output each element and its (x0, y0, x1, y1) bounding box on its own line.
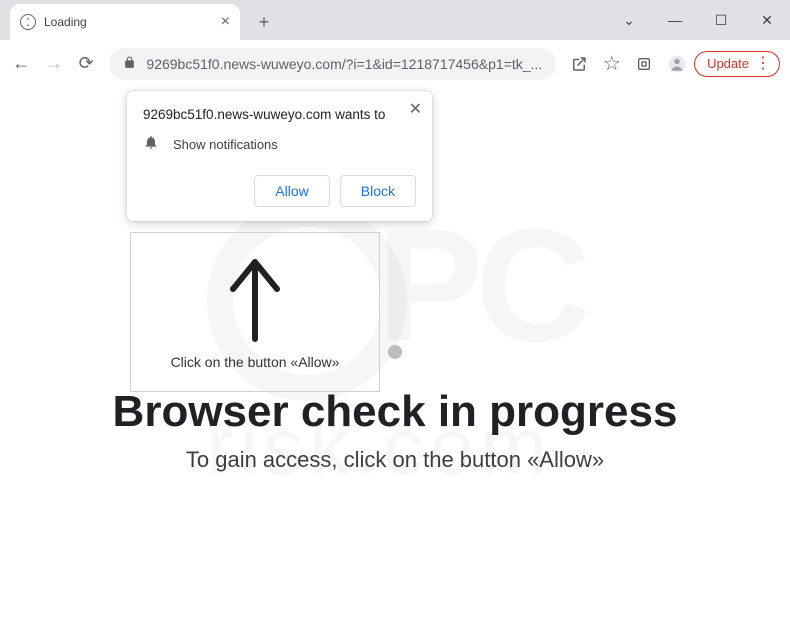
permission-request-label: Show notifications (173, 137, 278, 152)
arrow-hint-box: Click on the button «Allow» (130, 232, 380, 392)
update-button[interactable]: Update ⋮ (694, 51, 780, 77)
window-controls: ⌄ — ☐ ✕ (606, 0, 790, 40)
address-bar[interactable]: 9269bc51f0.news-wuweyo.com/?i=1&id=12187… (109, 48, 556, 80)
new-tab-button[interactable]: + (250, 8, 278, 36)
profile-button[interactable] (662, 47, 692, 81)
menu-dots-icon: ⋮ (755, 56, 771, 72)
browser-chrome: Loading × + ⌄ — ☐ ✕ ← → ⟳ 9269bc51f0.new… (0, 0, 790, 87)
reload-button[interactable]: ⟳ (71, 47, 101, 81)
page-subline: To gain access, click on the button «All… (0, 447, 790, 473)
loading-dot-icon (388, 345, 402, 359)
toolbar: ← → ⟳ 9269bc51f0.news-wuweyo.com/?i=1&id… (0, 40, 790, 87)
globe-icon (20, 14, 36, 30)
forward-button[interactable]: → (38, 47, 68, 81)
share-button[interactable] (564, 47, 594, 81)
minimize-button[interactable]: — (652, 4, 698, 36)
arrow-caption: Click on the button «Allow» (171, 354, 340, 370)
tab-close-button[interactable]: × (221, 14, 230, 30)
maximize-button[interactable]: ☐ (698, 4, 744, 36)
permission-row: Show notifications (143, 134, 416, 155)
page-headline: Browser check in progress (0, 387, 790, 437)
update-label: Update (707, 56, 749, 71)
popup-close-button[interactable]: ✕ (409, 99, 422, 119)
lock-icon (123, 56, 136, 72)
browser-tab[interactable]: Loading × (10, 4, 240, 40)
bookmark-star-button[interactable]: ☆ (597, 47, 627, 81)
extensions-button[interactable] (629, 47, 659, 81)
page-content: PC risk.com ✕ 9269bc51f0.news-wuweyo.com… (0, 87, 790, 617)
bell-icon (143, 134, 159, 155)
tab-title: Loading (44, 15, 213, 29)
up-arrow-icon (225, 254, 285, 344)
title-bar: Loading × + ⌄ — ☐ ✕ (0, 0, 790, 40)
back-button[interactable]: ← (6, 47, 36, 81)
notification-permission-popup: ✕ 9269bc51f0.news-wuweyo.com wants to Sh… (127, 91, 432, 221)
url-text: 9269bc51f0.news-wuweyo.com/?i=1&id=12187… (146, 56, 542, 72)
permission-actions: Allow Block (143, 175, 416, 207)
caret-down-button[interactable]: ⌄ (606, 4, 652, 36)
allow-button[interactable]: Allow (254, 175, 329, 207)
close-window-button[interactable]: ✕ (744, 4, 790, 36)
block-button[interactable]: Block (340, 175, 416, 207)
permission-origin-text: 9269bc51f0.news-wuweyo.com wants to (143, 107, 416, 122)
